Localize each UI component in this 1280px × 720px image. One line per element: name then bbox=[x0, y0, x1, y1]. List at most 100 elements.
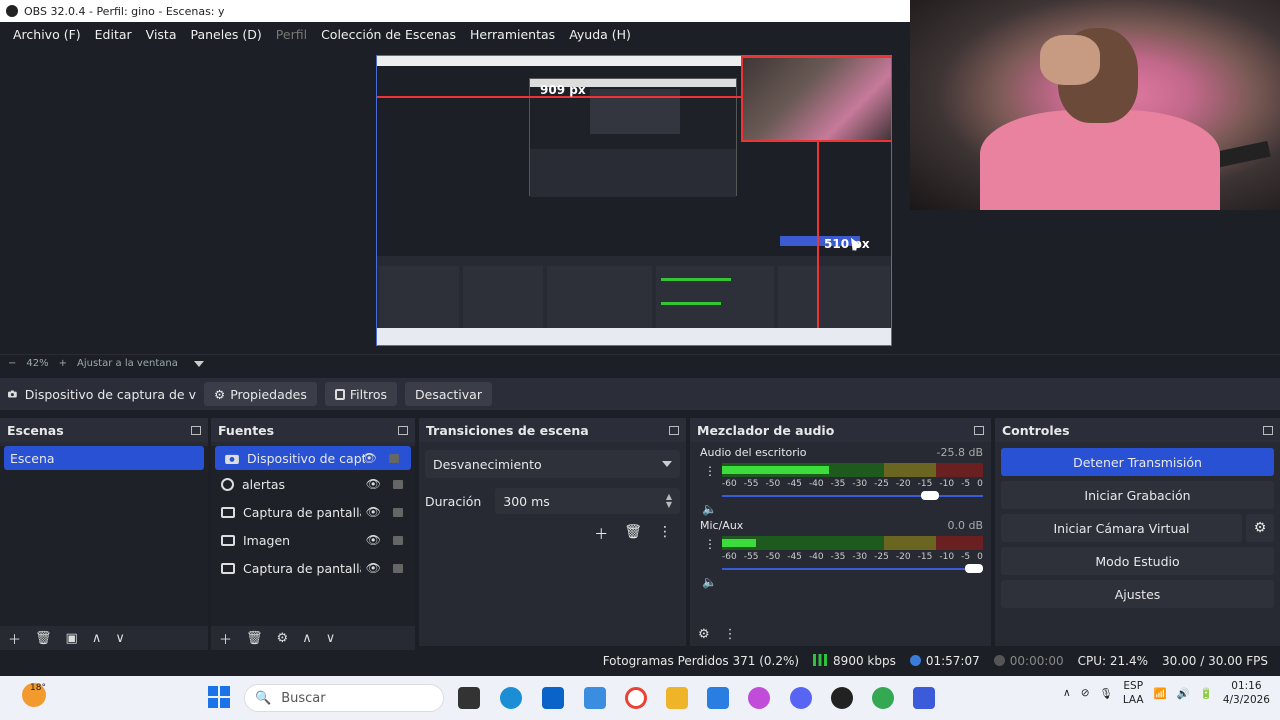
vcam-gear-icon[interactable]: ⚙ bbox=[1246, 514, 1274, 542]
move-up-icon[interactable]: ∧ bbox=[92, 631, 102, 646]
scene-item[interactable]: Escena bbox=[4, 446, 204, 470]
tray-chevron-icon[interactable]: ∧ bbox=[1063, 687, 1071, 699]
volume-knob[interactable] bbox=[920, 491, 939, 500]
dropped-frames: Fotogramas Perdidos 371 (0.2%) bbox=[602, 654, 800, 668]
eye-icon[interactable]: 👁 bbox=[362, 451, 377, 465]
zoom-fit-label[interactable]: Ajustar a la ventana bbox=[77, 358, 178, 369]
menu-perfil[interactable]: Perfil bbox=[269, 27, 314, 42]
obs-logo-icon bbox=[6, 5, 18, 17]
undock-icon[interactable] bbox=[669, 425, 679, 435]
chrome-icon[interactable] bbox=[872, 687, 894, 709]
zoom-dropdown-icon[interactable] bbox=[193, 360, 204, 367]
settings-button[interactable]: Ajustes bbox=[1001, 580, 1274, 608]
undock-icon[interactable] bbox=[191, 425, 201, 435]
volume-slider[interactable] bbox=[722, 491, 983, 500]
stepper-arrows-icon[interactable]: ▲ ▼ bbox=[666, 493, 672, 509]
trash-icon[interactable]: 🗑 bbox=[35, 631, 52, 646]
lock-icon[interactable] bbox=[389, 453, 399, 463]
app-icon[interactable] bbox=[707, 687, 729, 709]
source-item[interactable]: Imagen 👁 bbox=[211, 526, 415, 554]
discord-icon[interactable] bbox=[790, 687, 812, 709]
app-icon[interactable] bbox=[584, 687, 606, 709]
obs-icon[interactable] bbox=[831, 687, 853, 709]
cpu-status: CPU: 21.4% bbox=[1077, 654, 1149, 668]
trash-icon[interactable]: 🗑 bbox=[246, 631, 263, 646]
zoom-out-button[interactable]: − bbox=[8, 358, 16, 369]
volume-meter bbox=[722, 536, 983, 550]
add-icon[interactable]: ＋ bbox=[8, 629, 21, 648]
tray-app-icon[interactable]: ⊘ bbox=[1081, 687, 1090, 699]
source-item[interactable]: Captura de pantalla 2 👁 bbox=[211, 498, 415, 526]
menu-ayuda[interactable]: Ayuda (H) bbox=[562, 27, 638, 42]
add-icon[interactable]: ＋ bbox=[219, 629, 232, 648]
eye-icon[interactable]: 👁 bbox=[366, 477, 381, 491]
app-icon[interactable] bbox=[913, 687, 935, 709]
move-down-icon[interactable]: ∨ bbox=[115, 631, 125, 646]
clock[interactable]: 01:16 4/3/2026 bbox=[1223, 679, 1270, 707]
menu-vista[interactable]: Vista bbox=[139, 27, 184, 42]
move-up-icon[interactable]: ∧ bbox=[302, 631, 312, 646]
add-icon[interactable]: ＋ bbox=[594, 524, 608, 544]
taskview-icon[interactable] bbox=[458, 687, 480, 709]
undock-icon[interactable] bbox=[974, 425, 984, 435]
undock-icon[interactable] bbox=[1263, 425, 1273, 435]
volume-slider[interactable] bbox=[722, 564, 983, 573]
more-icon[interactable]: ⋮ bbox=[724, 627, 737, 642]
scenes-toolbar: ＋ 🗑 ▣ ∧ ∨ bbox=[0, 626, 208, 650]
stop-stream-button[interactable]: Detener Transmisión bbox=[1001, 448, 1274, 476]
eye-icon[interactable]: 👁 bbox=[366, 505, 381, 519]
lock-icon[interactable] bbox=[393, 507, 403, 517]
move-down-icon[interactable]: ∨ bbox=[326, 631, 336, 646]
eye-icon[interactable]: 👁 bbox=[366, 533, 381, 547]
lock-icon[interactable] bbox=[393, 479, 403, 489]
source-item[interactable]: alertas 👁 bbox=[211, 470, 415, 498]
menu-herramientas[interactable]: Herramientas bbox=[463, 27, 562, 42]
trash-icon[interactable]: 🗑 bbox=[624, 524, 642, 544]
deactivate-button[interactable]: Desactivar bbox=[405, 382, 492, 406]
filters-button[interactable]: Filtros bbox=[324, 382, 398, 406]
source-item[interactable]: Captura de pantalla 👁 bbox=[211, 554, 415, 582]
more-icon[interactable]: ⋮ bbox=[658, 524, 672, 544]
menu-coleccion-escenas[interactable]: Colección de Escenas bbox=[314, 27, 463, 42]
edge-icon[interactable] bbox=[500, 687, 522, 709]
menu-paneles[interactable]: Paneles (D) bbox=[184, 27, 269, 42]
copilot-icon[interactable] bbox=[748, 687, 770, 709]
preview-canvas[interactable]: 909 px 510 px bbox=[376, 55, 892, 346]
undock-icon[interactable] bbox=[398, 425, 408, 435]
volume-icon[interactable]: 🔊 bbox=[1177, 687, 1190, 700]
folder-icon[interactable] bbox=[666, 687, 688, 709]
filters-icon[interactable]: ▣ bbox=[66, 631, 78, 646]
taskbar-search[interactable]: 🔍 Buscar bbox=[244, 684, 444, 712]
gear-icon[interactable]: ⚙ bbox=[277, 631, 289, 646]
selection-box[interactable] bbox=[741, 56, 891, 142]
studio-mode-button[interactable]: Modo Estudio bbox=[1001, 547, 1274, 575]
source-item[interactable]: Dispositivo de captur 👁 bbox=[215, 446, 411, 470]
eye-icon[interactable]: 👁 bbox=[366, 561, 381, 575]
store-icon[interactable] bbox=[542, 687, 564, 709]
google-icon[interactable] bbox=[625, 687, 647, 709]
properties-button[interactable]: ⚙ Propiedades bbox=[204, 382, 317, 406]
more-icon[interactable]: ⋮ bbox=[704, 464, 716, 478]
controls-title: Controles bbox=[1002, 422, 1070, 438]
lock-icon[interactable] bbox=[393, 535, 403, 545]
volume-meter bbox=[722, 463, 983, 477]
language-indicator[interactable]: ESP LAA bbox=[1123, 679, 1144, 707]
zoom-in-button[interactable]: + bbox=[59, 358, 67, 369]
microphone-icon[interactable]: 🎙 bbox=[1100, 687, 1113, 700]
camera-icon bbox=[225, 454, 239, 464]
more-icon[interactable]: ⋮ bbox=[704, 537, 716, 551]
menu-archivo[interactable]: Archivo (F) bbox=[6, 27, 88, 42]
menu-editar[interactable]: Editar bbox=[88, 27, 139, 42]
advanced-audio-icon[interactable]: ⚙ bbox=[698, 627, 710, 642]
start-record-button[interactable]: Iniciar Grabación bbox=[1001, 481, 1274, 509]
lock-icon[interactable] bbox=[393, 563, 403, 573]
volume-knob[interactable] bbox=[965, 564, 983, 573]
start-vcam-button[interactable]: Iniciar Cámara Virtual bbox=[1001, 514, 1242, 542]
transition-select[interactable]: Desvanecimiento bbox=[425, 450, 680, 478]
speaker-icon[interactable]: 🔈 bbox=[702, 502, 717, 516]
duration-stepper[interactable]: 300 ms ▲ ▼ bbox=[495, 488, 680, 514]
wifi-icon[interactable]: 📶 bbox=[1154, 687, 1167, 700]
battery-icon[interactable]: 🔋 bbox=[1200, 687, 1213, 700]
speaker-icon[interactable]: 🔈 bbox=[702, 575, 717, 589]
windows-start-icon[interactable] bbox=[208, 686, 230, 708]
